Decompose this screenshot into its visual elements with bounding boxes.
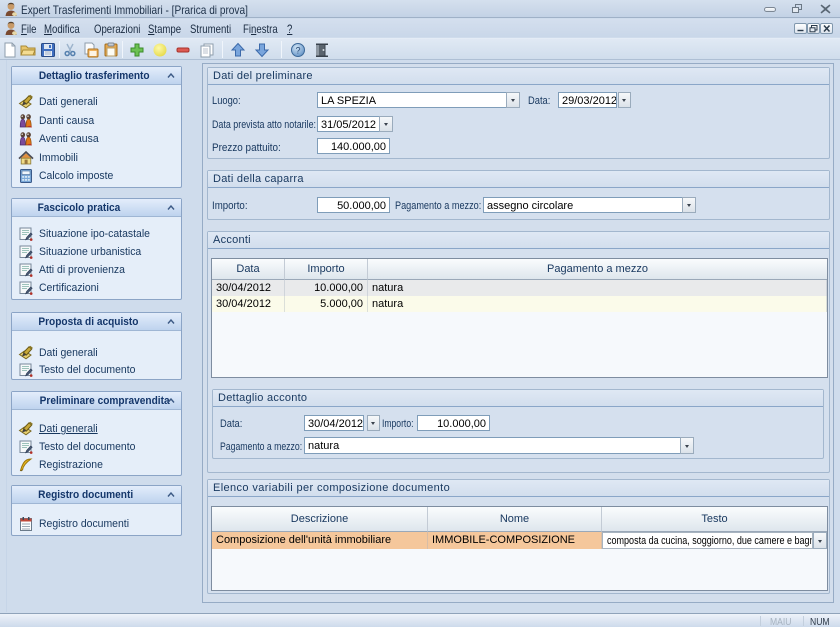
svg-text:?: ?	[295, 46, 300, 56]
